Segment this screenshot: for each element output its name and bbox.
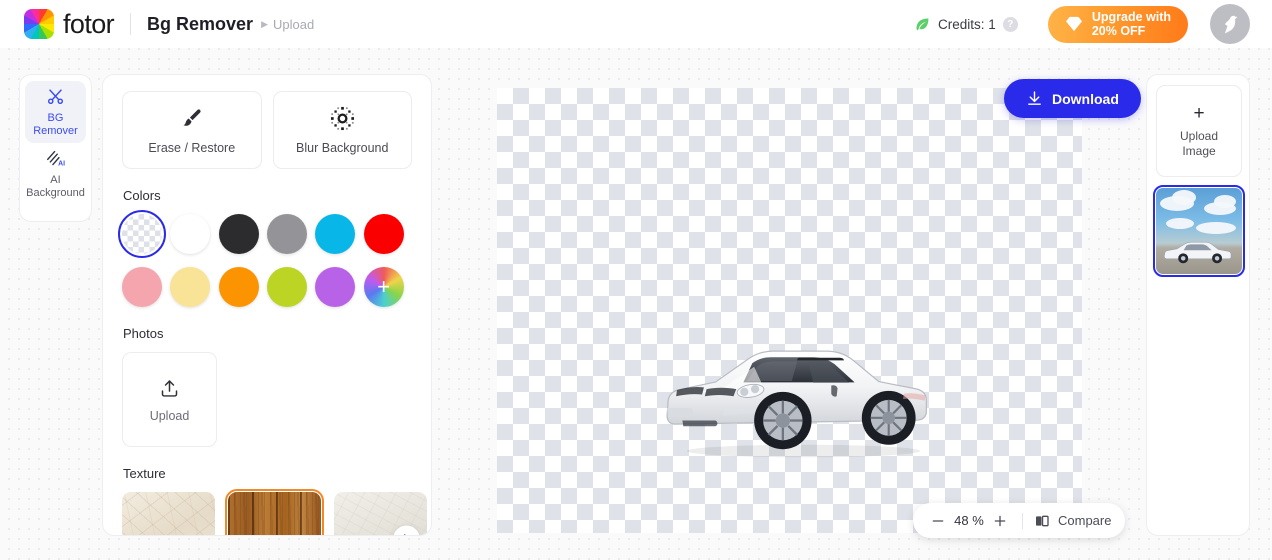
credits-display[interactable]: Credits: 1 ? <box>914 16 1018 33</box>
download-button-label: Download <box>1052 90 1119 107</box>
compare-label: Compare <box>1058 513 1112 528</box>
gem-icon <box>1065 16 1082 32</box>
app-header: fotor Bg Remover ▶ Upload Credits: 1 ? U… <box>0 0 1272 48</box>
header-right-group: Credits: 1 ? Upgrade with 20% OFF <box>914 4 1250 44</box>
sidebar-item-bg-remover-label-1: BG <box>47 111 64 124</box>
photos-section-title: Photos <box>123 326 164 341</box>
photos-upload-label: Upload <box>149 409 190 423</box>
zoom-toolbar: 48 % Compare <box>913 503 1126 538</box>
breadcrumb-current-step: Upload <box>272 16 315 32</box>
paintbrush-icon <box>179 105 204 131</box>
texture-section-title: Texture <box>123 466 166 481</box>
upload-image-label: Upload Image <box>1180 129 1218 159</box>
cloud-shape <box>1166 218 1194 229</box>
blur-background-label: Blur Background <box>296 141 389 155</box>
upgrade-line-2: 20% OFF <box>1091 24 1146 38</box>
ai-hatch-icon: AI <box>45 149 66 169</box>
fotor-pinwheel-logo-icon <box>24 9 54 39</box>
download-icon <box>1028 91 1041 105</box>
color-swatch-white[interactable] <box>170 214 211 254</box>
editor-canvas[interactable] <box>497 88 1082 533</box>
tool-panel: Erase / Restore Blur Background Colors +… <box>102 74 432 536</box>
action-buttons-row: Erase / Restore Blur Background <box>122 91 412 169</box>
colors-section-title: Colors <box>123 188 161 203</box>
header-divider <box>130 13 132 35</box>
texture-thumbnail-row <box>122 489 427 536</box>
sidebar-item-bg-remover[interactable]: BG Remover <box>25 81 86 143</box>
upgrade-button[interactable]: Upgrade with 20% OFF <box>1047 5 1188 43</box>
sidebar-item-ai-background[interactable]: AI AI Background <box>25 143 86 205</box>
page-title: Bg Remover <box>147 13 254 34</box>
image-thumbnail-item[interactable] <box>1153 185 1245 277</box>
color-swatch-orange[interactable] <box>218 267 259 307</box>
upload-image-label-2: Image <box>1182 143 1216 158</box>
upgrade-line-1: Upgrade with <box>1091 10 1171 24</box>
cloud-shape <box>1214 195 1236 208</box>
color-swatch-black[interactable] <box>218 214 259 254</box>
blur-background-button[interactable]: Blur Background <box>272 91 412 169</box>
upgrade-button-label: Upgrade with 20% OFF <box>1092 10 1171 38</box>
tool-panel-content: Erase / Restore Blur Background Colors +… <box>103 75 431 536</box>
color-swatch-purple[interactable] <box>315 267 356 307</box>
bird-avatar-icon <box>1225 15 1238 34</box>
erase-restore-button[interactable]: Erase / Restore <box>122 91 262 169</box>
erase-restore-label: Erase / Restore <box>148 141 236 155</box>
plus-icon: + <box>1193 102 1205 124</box>
cloud-shape <box>1196 222 1236 234</box>
zoom-level-value: 48 % <box>954 513 984 528</box>
color-swatch-custom-picker[interactable]: + <box>363 267 404 307</box>
color-swatch-grid: + <box>118 210 412 307</box>
texture-item-wood-planks[interactable] <box>225 489 324 536</box>
thumbnail-car <box>1163 241 1232 264</box>
avatar[interactable] <box>1210 4 1250 44</box>
color-swatch-pink[interactable] <box>122 267 162 307</box>
tool-rail: BG Remover AI AI Background <box>19 74 92 222</box>
scissors-icon <box>46 87 65 107</box>
texture-car-preview <box>243 532 307 536</box>
image-tray-panel: + Upload Image <box>1146 74 1250 536</box>
svg-text:AI: AI <box>58 160 65 167</box>
sidebar-item-ai-background-label-1: AI <box>50 173 61 186</box>
download-button[interactable]: Download <box>1004 79 1141 118</box>
upload-image-label-1: Upload <box>1179 128 1219 143</box>
breadcrumb-caret-icon: ▶ <box>261 18 268 29</box>
brand-logo[interactable]: fotor <box>24 8 115 40</box>
sidebar-item-bg-remover-label-2: Remover <box>33 124 78 137</box>
compare-button[interactable]: Compare <box>1034 513 1111 529</box>
upload-image-button[interactable]: + Upload Image <box>1156 85 1242 177</box>
plus-icon <box>994 515 1006 526</box>
color-swatch-transparent[interactable] <box>118 210 166 258</box>
color-swatch-lime[interactable] <box>266 267 307 307</box>
credits-label: Credits: 1 <box>938 16 996 32</box>
app-root: fotor Bg Remover ▶ Upload Credits: 1 ? U… <box>0 0 1272 560</box>
upload-icon <box>159 376 180 400</box>
zoom-out-button[interactable] <box>927 510 949 532</box>
plus-icon: + <box>377 274 391 299</box>
zoom-toolbar-divider <box>1022 512 1023 529</box>
help-icon[interactable]: ? <box>1002 16 1018 32</box>
leaf-icon <box>916 18 929 30</box>
zoom-in-button[interactable] <box>989 510 1011 532</box>
color-swatch-gray[interactable] <box>266 214 307 254</box>
color-swatch-cyan[interactable] <box>315 214 356 254</box>
canvas-subject-car <box>666 350 928 458</box>
brand-name: fotor <box>63 8 115 39</box>
texture-car-preview <box>137 532 201 536</box>
photos-upload-button[interactable]: Upload <box>122 352 217 447</box>
compare-split-icon <box>1036 515 1049 526</box>
cloud-shape <box>1172 190 1196 205</box>
sidebar-item-ai-background-label-2: Background <box>26 186 85 199</box>
minus-icon <box>932 519 944 522</box>
color-swatch-red[interactable] <box>363 214 404 254</box>
texture-item-crumpled-paper[interactable] <box>122 492 215 536</box>
chevron-right-icon <box>404 533 407 535</box>
color-swatch-yellow[interactable] <box>170 267 211 307</box>
blur-dots-icon <box>330 105 355 131</box>
